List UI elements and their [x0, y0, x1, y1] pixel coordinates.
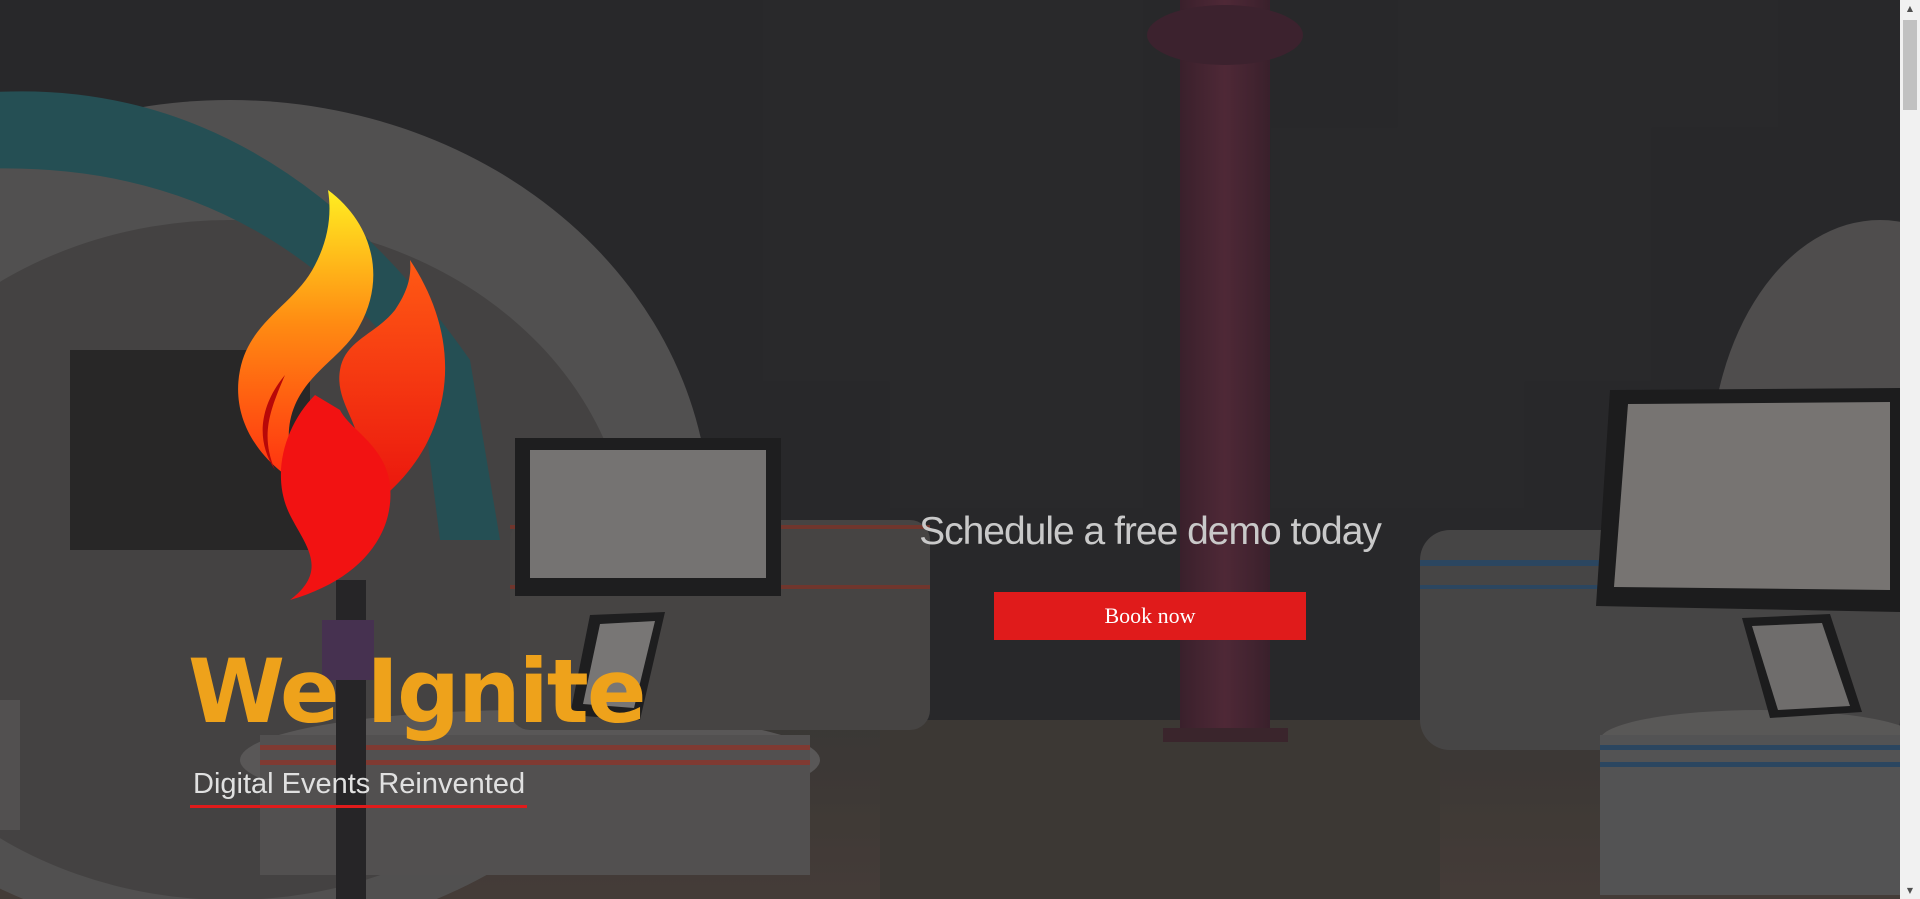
book-now-button[interactable]: Book now [994, 592, 1306, 640]
scrollbar-thumb[interactable] [1903, 20, 1917, 110]
scroll-down-icon[interactable]: ▼ [1900, 882, 1920, 899]
vertical-scrollbar[interactable]: ▲ ▼ [1900, 0, 1920, 899]
tagline: Digital Events Reinvented [190, 768, 528, 808]
scroll-up-icon[interactable]: ▲ [1900, 0, 1920, 17]
brand-title: We Ignite [188, 640, 647, 743]
page-viewport: We Ignite Digital Events Reinvented Sche… [0, 0, 1900, 899]
flame-icon [200, 185, 480, 605]
cta-heading: Schedule a free demo today [919, 510, 1382, 553]
